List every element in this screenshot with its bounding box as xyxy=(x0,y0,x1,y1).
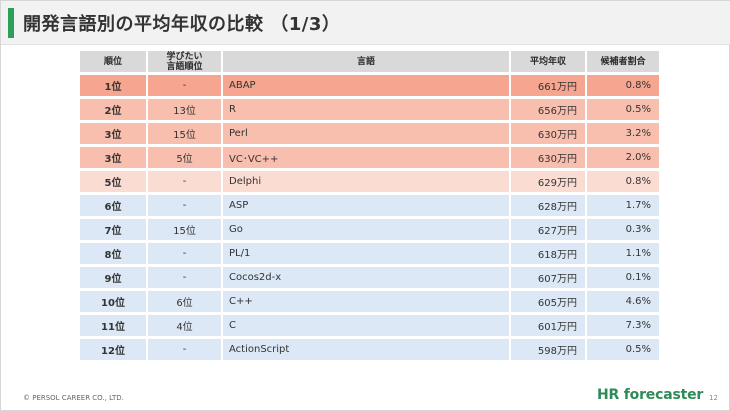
table-row: 1位 - ABAP 661万円 0.8% xyxy=(80,75,659,96)
cell-salary: 630万円 xyxy=(511,123,585,144)
cell-salary: 627万円 xyxy=(511,219,585,240)
cell-learn-rank: - xyxy=(148,267,221,288)
cell-ratio: 0.3% xyxy=(587,219,659,240)
cell-rank: 11位 xyxy=(80,315,146,336)
cell-learn-rank: - xyxy=(148,195,221,216)
table-row: 7位 15位 Go 627万円 0.3% xyxy=(80,219,659,240)
hr-forecaster-logo: HR forecaster xyxy=(597,387,704,403)
cell-learn-rank: 15位 xyxy=(148,219,221,240)
cell-language: ABAP xyxy=(223,75,509,96)
cell-salary: 628万円 xyxy=(511,195,585,216)
cell-language: C xyxy=(223,315,509,336)
cell-rank: 5位 xyxy=(80,171,146,192)
cell-learn-rank: 13位 xyxy=(148,99,221,120)
cell-learn-rank: - xyxy=(148,171,221,192)
cell-learn-rank: - xyxy=(148,339,221,360)
cell-salary: 629万円 xyxy=(511,171,585,192)
cell-ratio: 1.1% xyxy=(587,243,659,264)
page-number: 12 xyxy=(709,394,718,402)
cell-language: C++ xyxy=(223,291,509,312)
cell-learn-rank: 5位 xyxy=(148,147,221,168)
copyright: © PERSOL CAREER CO., LTD. xyxy=(23,394,124,402)
cell-ratio: 7.3% xyxy=(587,315,659,336)
cell-rank: 6位 xyxy=(80,195,146,216)
cell-ratio: 0.1% xyxy=(587,267,659,288)
cell-language: Perl xyxy=(223,123,509,144)
cell-rank: 7位 xyxy=(80,219,146,240)
cell-ratio: 0.8% xyxy=(587,171,659,192)
cell-rank: 3位 xyxy=(80,123,146,144)
cell-ratio: 4.6% xyxy=(587,291,659,312)
salary-table: 順位 学びたい 言語順位 言語 平均年収 候補者割合 1位 - ABAP 661万円 0.… xyxy=(78,48,661,363)
cell-rank: 9位 xyxy=(80,267,146,288)
header-language: 言語 xyxy=(223,51,509,72)
header-learn-rank: 学びたい 言語順位 xyxy=(148,51,221,72)
cell-language: VC･VC++ xyxy=(223,147,509,168)
cell-learn-rank: - xyxy=(148,75,221,96)
cell-language: ActionScript xyxy=(223,339,509,360)
cell-salary: 618万円 xyxy=(511,243,585,264)
slide: 開発言語別の平均年収の比較 （1/3） 順位 学びたい 言語順位 言語 平均年収 … xyxy=(0,0,730,411)
table-row: 5位 - Delphi 629万円 0.8% xyxy=(80,171,659,192)
cell-rank: 2位 xyxy=(80,99,146,120)
cell-rank: 8位 xyxy=(80,243,146,264)
cell-rank: 3位 xyxy=(80,147,146,168)
table-row: 6位 - ASP 628万円 1.7% xyxy=(80,195,659,216)
cell-learn-rank: 15位 xyxy=(148,123,221,144)
cell-language: ASP xyxy=(223,195,509,216)
title-bar: 開発言語別の平均年収の比較 （1/3） xyxy=(1,1,730,45)
cell-rank: 1位 xyxy=(80,75,146,96)
cell-ratio: 3.2% xyxy=(587,123,659,144)
cell-ratio: 2.0% xyxy=(587,147,659,168)
cell-learn-rank: 6位 xyxy=(148,291,221,312)
cell-rank: 12位 xyxy=(80,339,146,360)
table-header-row: 順位 学びたい 言語順位 言語 平均年収 候補者割合 xyxy=(80,51,659,72)
table-row: 3位 15位 Perl 630万円 3.2% xyxy=(80,123,659,144)
header-ratio: 候補者割合 xyxy=(587,51,659,72)
header-salary: 平均年収 xyxy=(511,51,585,72)
cell-ratio: 1.7% xyxy=(587,195,659,216)
cell-learn-rank: - xyxy=(148,243,221,264)
table-row: 8位 - PL/1 618万円 1.1% xyxy=(80,243,659,264)
cell-salary: 601万円 xyxy=(511,315,585,336)
cell-language: R xyxy=(223,99,509,120)
cell-salary: 607万円 xyxy=(511,267,585,288)
table-row: 11位 4位 C 601万円 7.3% xyxy=(80,315,659,336)
cell-salary: 630万円 xyxy=(511,147,585,168)
cell-ratio: 0.5% xyxy=(587,99,659,120)
table-row: 10位 6位 C++ 605万円 4.6% xyxy=(80,291,659,312)
header-learn-rank-label: 学びたい 言語順位 xyxy=(166,51,203,72)
table-row: 12位 - ActionScript 598万円 0.5% xyxy=(80,339,659,360)
cell-rank: 10位 xyxy=(80,291,146,312)
title-accent-bar xyxy=(8,8,14,38)
cell-salary: 661万円 xyxy=(511,75,585,96)
cell-language: Delphi xyxy=(223,171,509,192)
cell-salary: 605万円 xyxy=(511,291,585,312)
page-title: 開発言語別の平均年収の比較 （1/3） xyxy=(23,14,341,35)
cell-learn-rank: 4位 xyxy=(148,315,221,336)
cell-salary: 656万円 xyxy=(511,99,585,120)
cell-ratio: 0.8% xyxy=(587,75,659,96)
cell-language: Cocos2d-x xyxy=(223,267,509,288)
header-rank: 順位 xyxy=(80,51,146,72)
table-body: 1位 - ABAP 661万円 0.8% 2位 13位 R 656万円 0.5% 3位 15位 Perl… xyxy=(80,75,659,360)
table-row: 9位 - Cocos2d-x 607万円 0.1% xyxy=(80,267,659,288)
table-row: 3位 5位 VC･VC++ 630万円 2.0% xyxy=(80,147,659,168)
cell-language: Go xyxy=(223,219,509,240)
cell-salary: 598万円 xyxy=(511,339,585,360)
cell-ratio: 0.5% xyxy=(587,339,659,360)
table-row: 2位 13位 R 656万円 0.5% xyxy=(80,99,659,120)
cell-language: PL/1 xyxy=(223,243,509,264)
